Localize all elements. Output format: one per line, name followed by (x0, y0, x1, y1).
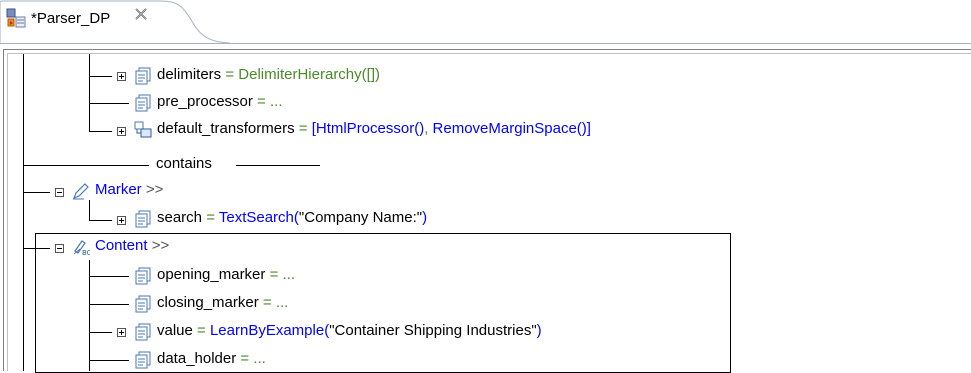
tree-line-parser-children (89, 54, 90, 131)
equals-sign: = (221, 66, 239, 83)
property-name: value (157, 322, 193, 339)
property-name: delimiters (157, 66, 222, 83)
editor-frame-inner-left (7, 53, 8, 371)
tree-row-value[interactable]: value = LearnByExample("Container Shippi… (157, 322, 542, 339)
branch-line (89, 220, 112, 221)
tree-row-search[interactable]: search = TextSearch("Company Name:") (157, 209, 427, 226)
svg-text:BC: BC (82, 249, 90, 256)
equals-sign: = (294, 120, 312, 137)
property-value: = ... (236, 350, 266, 367)
content-more[interactable]: >> (152, 237, 170, 254)
close-icon[interactable] (133, 6, 149, 22)
property-icon (135, 210, 151, 228)
editor-tab-bar: *Parser_DP (0, 0, 971, 44)
property-value: = ... (265, 266, 296, 283)
contains-line-left (23, 165, 149, 166)
property-name: opening_marker (157, 266, 266, 283)
transformer-list-icon (134, 121, 152, 138)
property-name: closing_marker (157, 294, 259, 311)
tab-title: *Parser_DP (31, 10, 111, 27)
property-value: = ... (252, 93, 283, 110)
expand-toggle[interactable] (117, 127, 126, 136)
tree-row-content[interactable]: Content >> (95, 237, 169, 254)
branch-line (89, 103, 129, 104)
property-name: data_holder (157, 350, 237, 367)
transformer-remove-margin-space[interactable]: RemoveMarginSpace()] (433, 120, 591, 137)
branch-line (23, 248, 50, 249)
collapse-toggle[interactable] (55, 188, 64, 197)
property-value: DelimiterHierarchy([]) (238, 66, 380, 83)
expand-toggle[interactable] (117, 216, 126, 225)
equals-sign: = (192, 322, 210, 339)
separator: , (424, 120, 433, 137)
tree-row-data-holder[interactable]: data_holder = ... (157, 350, 266, 367)
property-name: pre_processor (157, 93, 253, 110)
marker-more[interactable]: >> (146, 181, 164, 198)
editor-frame-top (3, 49, 971, 50)
branch-line (89, 131, 112, 132)
value-argument: "Container Shipping Industries" (329, 322, 537, 339)
parser-file-icon (6, 8, 26, 28)
property-value: = ... (258, 294, 289, 311)
search-argument: "Company Name:" (298, 209, 423, 226)
editor-frame-inner-top (7, 53, 971, 54)
property-icon (135, 67, 151, 85)
property-icon (135, 323, 151, 341)
search-function[interactable]: TextSearch( (219, 209, 299, 226)
property-icon (135, 351, 151, 369)
branch-line (89, 332, 112, 333)
branch-line (23, 192, 50, 193)
branch-line (89, 76, 112, 77)
content-label[interactable]: Content (95, 237, 148, 254)
branch-line (89, 276, 129, 277)
tab-parser-dp[interactable]: *Parser_DP (0, 0, 230, 44)
property-icon (135, 267, 151, 285)
closing-paren: ) (422, 209, 428, 226)
tree-row-delimiters[interactable]: delimiters = DelimiterHierarchy([]) (157, 66, 380, 83)
branch-line (89, 360, 129, 361)
collapse-toggle[interactable] (55, 244, 64, 253)
property-name: default_transformers (157, 120, 295, 137)
branch-line (89, 304, 129, 305)
content-extractor-icon: BC (73, 240, 90, 256)
contains-label: contains (156, 155, 212, 172)
contains-line-right (236, 165, 320, 166)
marker-label[interactable]: Marker (95, 181, 142, 198)
tree-row-pre-processor[interactable]: pre_processor = ... (157, 93, 283, 110)
tree-line-root (23, 54, 24, 371)
marker-pen-icon (72, 183, 89, 200)
value-function[interactable]: LearnByExample( (210, 322, 329, 339)
tree-line-marker-children (89, 200, 90, 220)
tree-row-marker[interactable]: Marker >> (95, 181, 163, 198)
expand-toggle[interactable] (117, 328, 126, 337)
editor-frame-left (3, 49, 4, 371)
tree-row-closing-marker[interactable]: closing_marker = ... (157, 294, 288, 311)
tree-row-opening-marker[interactable]: opening_marker = ... (157, 266, 295, 283)
expand-toggle[interactable] (117, 72, 126, 81)
property-icon (135, 295, 151, 313)
closing-paren: ) (536, 322, 542, 339)
transformer-html-processor[interactable]: [HtmlProcessor() (312, 120, 425, 137)
tree-row-default-transformers[interactable]: default_transformers = [HtmlProcessor(),… (157, 120, 591, 137)
property-name: search (157, 209, 203, 226)
property-icon (135, 94, 151, 112)
equals-sign: = (202, 209, 219, 226)
